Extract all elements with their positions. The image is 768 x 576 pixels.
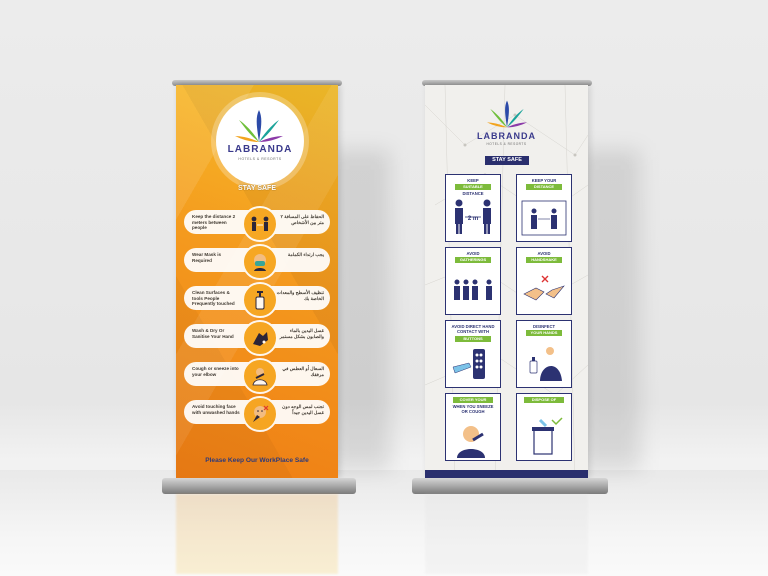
tip-text-ar: تجنب لمس الوجه دون غسل اليدين جيداً xyxy=(282,404,324,415)
handwash-icon xyxy=(242,320,278,356)
logo-circle: LABRANDA HOTELS & RESORTS xyxy=(216,97,304,185)
card-heading: DISINFECT xyxy=(532,324,556,329)
card-heading: WHEN YOU SNEEZE OR COUGH xyxy=(452,404,494,414)
tip-row: Avoid touching face with unwashed hands … xyxy=(184,396,330,432)
safety-card: AVOID DIRECT HAND CONTACT WITH BUTTONS xyxy=(445,320,501,388)
leaf-logo-icon xyxy=(487,100,527,128)
leaf-logo-icon xyxy=(235,110,283,142)
safety-card: AVOID GATHERINGS xyxy=(445,247,501,315)
crowd-icon xyxy=(454,279,492,300)
card-tag: BUTTONS xyxy=(455,336,491,342)
safety-card: DISINFECT YOUR HANDS xyxy=(516,320,572,388)
card-tag: DISPOSE OF TISSUES xyxy=(524,397,564,408)
disinfect-icon xyxy=(529,347,562,381)
tip-row: Clean Surfaces & tools People Frequently… xyxy=(184,282,330,318)
tip-text-en: Wash & Dry Or Sanitise Your Hand xyxy=(192,328,234,339)
tip-row: Wash & Dry Or Sanitise Your Hand غسل الي… xyxy=(184,320,330,356)
brand-name: LABRANDA xyxy=(477,131,536,141)
left-banner-base xyxy=(162,478,356,494)
brand-name: LABRANDA xyxy=(227,144,293,155)
card-tag: DISTANCE xyxy=(526,184,562,190)
brand-subtitle: HOTELS & RESORTS xyxy=(238,157,282,161)
face-touch-icon xyxy=(242,396,278,432)
distance-icon xyxy=(242,206,278,242)
handshake-icon xyxy=(523,275,565,301)
safety-card: KEEP YOUR DISTANCE xyxy=(516,174,572,242)
left-banner-shadow xyxy=(330,150,390,470)
stay-safe-label: STAY SAFE xyxy=(485,156,529,165)
card-heading: AVOID xyxy=(537,251,551,256)
bin-icon xyxy=(532,417,563,455)
card-tag: COVER YOUR MOUTH xyxy=(453,397,493,408)
sneeze-icon xyxy=(457,426,485,458)
tip-text-en: Avoid touching face with unwashed hands xyxy=(192,404,240,415)
left-banner-reflection xyxy=(176,494,338,574)
cough-icon xyxy=(242,358,278,394)
card-subheading: DISTANCE xyxy=(462,191,484,196)
tip-row: Cough or sneeze into your elbow السعال أ… xyxy=(184,358,330,394)
card-heading: AVOID xyxy=(466,251,480,256)
left-banner: LABRANDA HOTELS & RESORTS STAY SAFE Keep… xyxy=(176,85,338,478)
tip-row: Keep the distance 2 meters between peopl… xyxy=(184,206,330,242)
stay-safe-label: STAY SAFE xyxy=(238,185,276,192)
tip-text-ar: يجب ارتداء الكمامة xyxy=(287,252,324,257)
sanitizer-icon xyxy=(242,282,278,318)
mask-icon xyxy=(242,244,278,280)
card-tag: GATHERINGS xyxy=(455,257,491,263)
card-tag: SUITABLE xyxy=(455,184,491,190)
tip-text-en: Clean Surfaces & tools People Frequently… xyxy=(192,290,235,307)
right-banner: LABRANDA HOTELS & RESORTS STAY SAFE KEEP… xyxy=(425,85,588,478)
card-heading: KEEP xyxy=(467,178,479,183)
footer-slogan: Please Keep Our WorkPlace Safe xyxy=(205,457,309,464)
card-heading: KEEP YOUR xyxy=(531,178,557,183)
tip-text-en: Wear Mask is Required xyxy=(192,252,222,263)
tip-text-ar: تنظيف الأسطح والمعدات الخاصة بك xyxy=(276,290,324,301)
safety-card: AVOID HANDSHAKE xyxy=(516,247,572,315)
safety-card: COVER YOUR MOUTH WHEN YOU SNEEZE OR COUG… xyxy=(445,393,501,461)
tip-text-en: Keep the distance 2 meters between peopl… xyxy=(192,214,236,231)
distance-value: 2 m xyxy=(467,216,479,222)
tip-row: Wear Mask is Required يجب ارتداء الكمامة xyxy=(184,244,330,280)
tip-text-ar: السعال أو العطس في مرفقك xyxy=(282,366,324,377)
card-tag: HANDSHAKE xyxy=(526,257,562,263)
tip-text-ar: الحفاظ على المسافة ٢ متر بين الأشخاص xyxy=(280,214,325,225)
safety-card: KEEP SUITABLE DISTANCE 2 m xyxy=(445,174,501,242)
bottom-strip xyxy=(425,470,588,478)
distance-icon xyxy=(521,200,567,236)
right-banner-shadow xyxy=(580,150,640,470)
brand-subtitle: HOTELS & RESORTS xyxy=(486,142,527,146)
card-tag: YOUR HANDS xyxy=(526,330,562,336)
buttons-icon xyxy=(452,349,485,379)
right-banner-reflection xyxy=(425,494,588,574)
floor xyxy=(0,470,768,576)
tip-text-ar: غسل اليدين بالماء والصابون بشكل مستمر xyxy=(279,328,324,339)
right-banner-base xyxy=(412,478,608,494)
safety-card: DISPOSE OF TISSUES xyxy=(516,393,572,461)
card-heading: AVOID DIRECT HAND CONTACT WITH xyxy=(451,324,495,334)
tip-text-en: Cough or sneeze into your elbow xyxy=(192,366,239,377)
